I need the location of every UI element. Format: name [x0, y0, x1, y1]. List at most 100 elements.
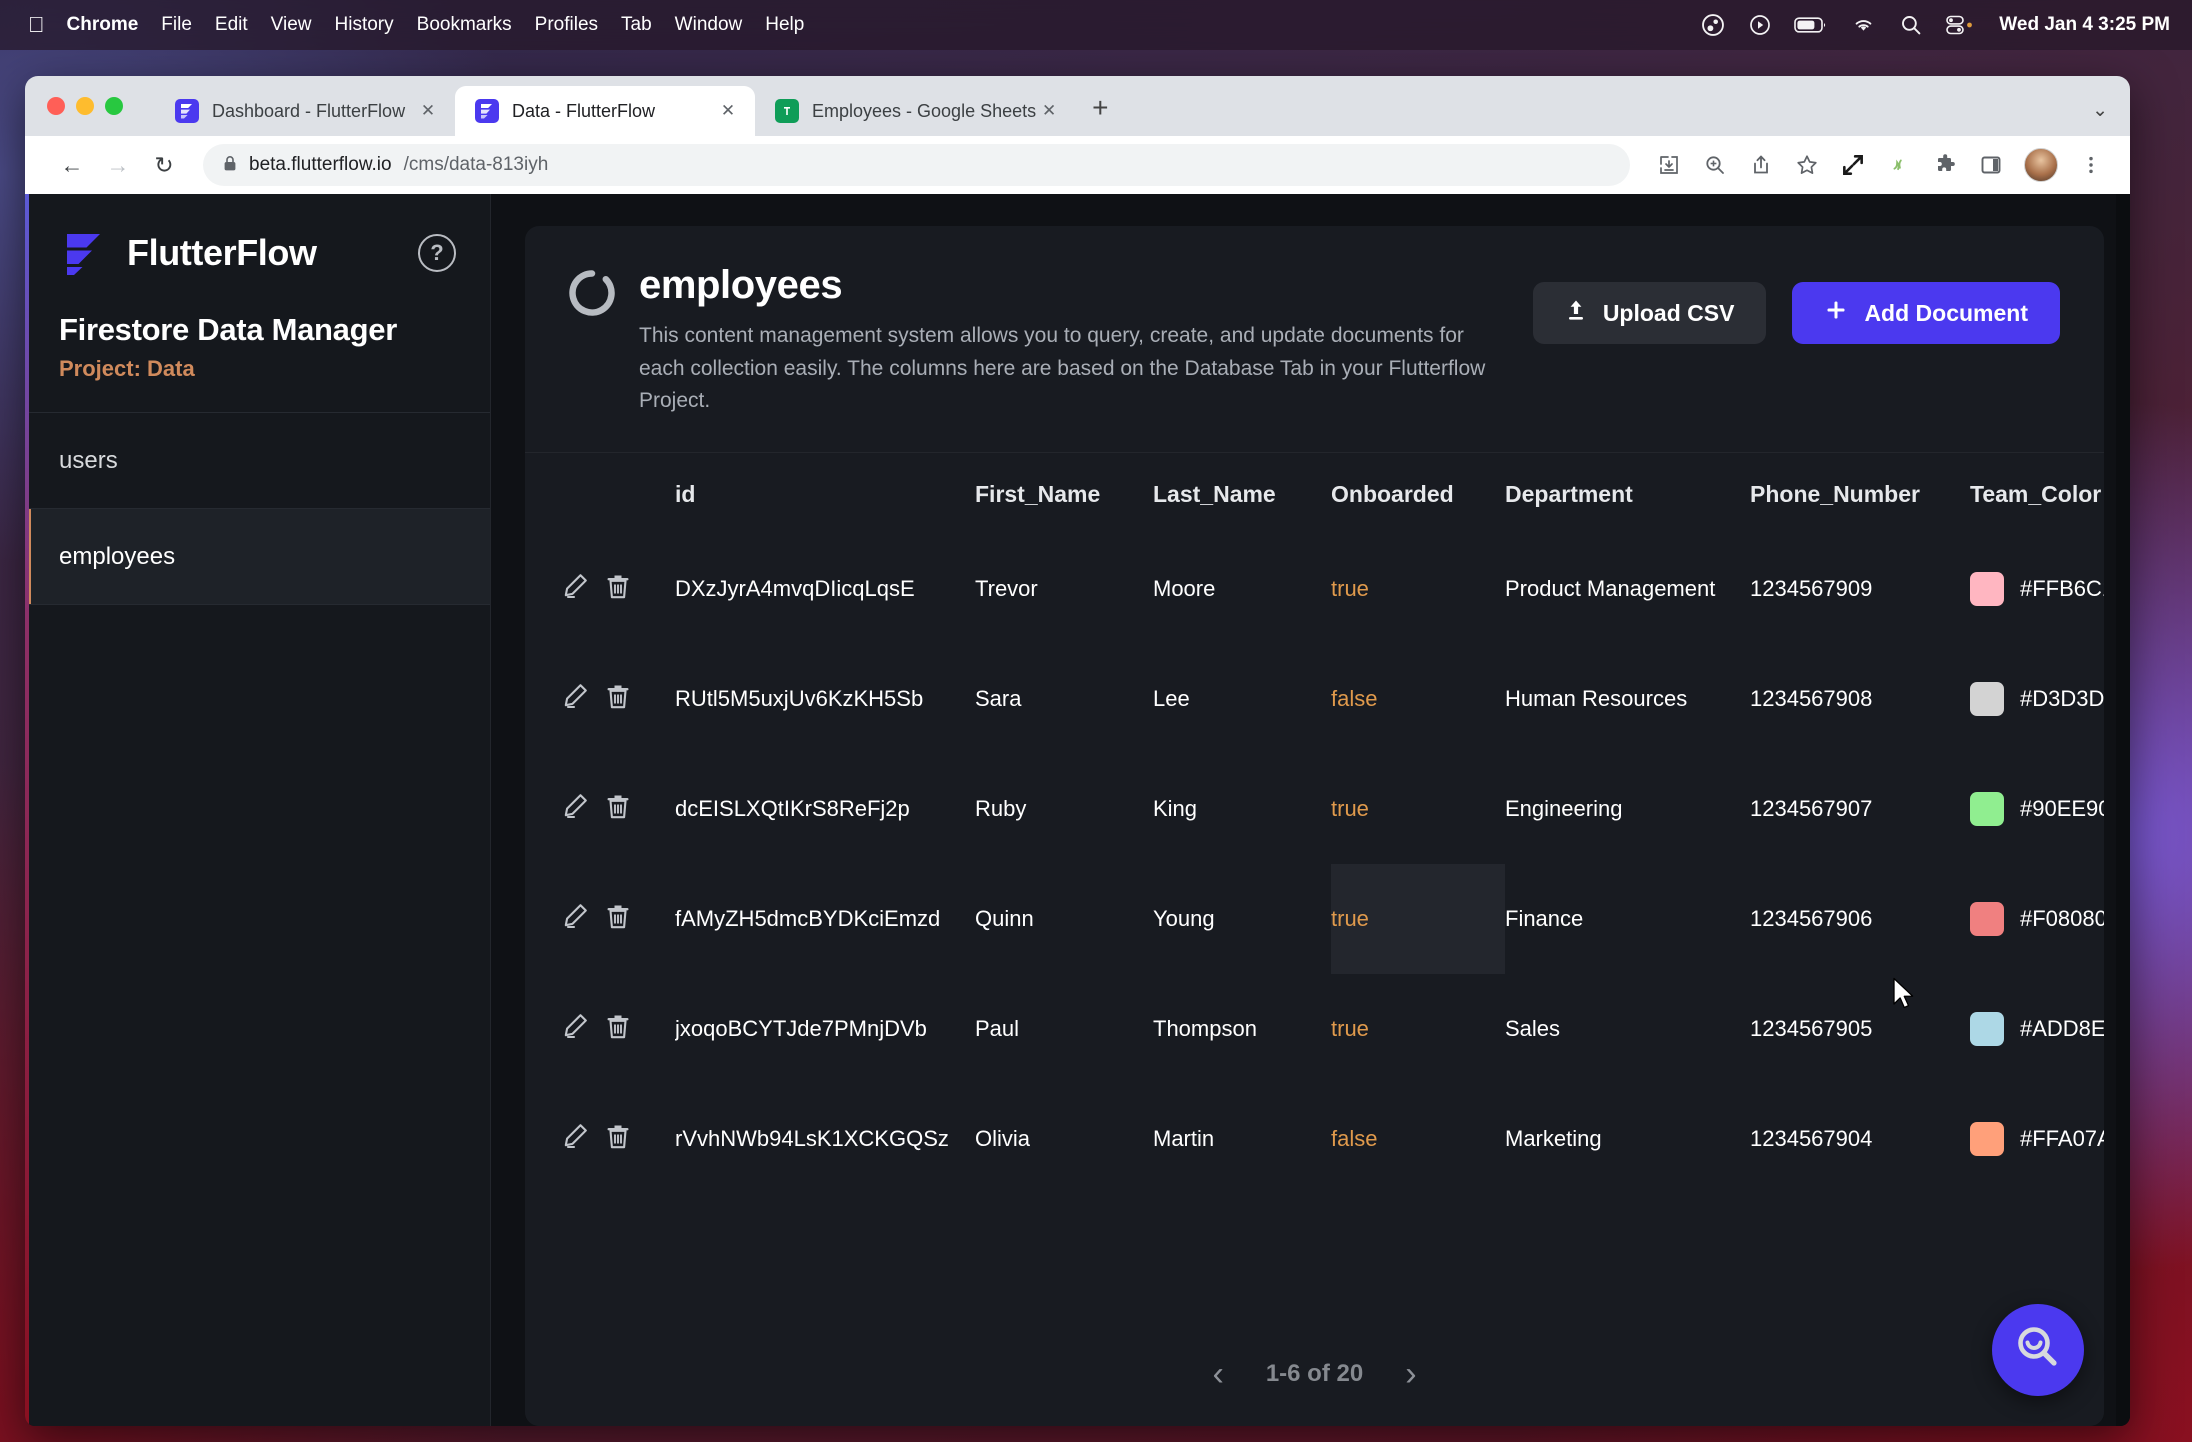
column-header-phone[interactable]: Phone_Number: [1750, 453, 1970, 534]
edit-row-button[interactable]: [525, 864, 603, 974]
cell-last-name[interactable]: Young: [1153, 864, 1331, 974]
help-icon[interactable]: ?: [418, 234, 456, 272]
cell-department[interactable]: Finance: [1505, 864, 1750, 974]
cell-onboarded[interactable]: true: [1331, 974, 1505, 1084]
cell-id[interactable]: dcEISLXQtIKrS8ReFj2p: [675, 754, 975, 864]
previous-page-button[interactable]: ‹: [1212, 1357, 1223, 1391]
trash-delete-icon[interactable]: [603, 900, 633, 932]
column-header-id[interactable]: id: [675, 453, 975, 534]
extension-green-icon[interactable]: [1878, 144, 1920, 186]
cell-team-color[interactable]: #90EE90: [1970, 754, 2104, 864]
menu-item-edit[interactable]: Edit: [215, 14, 248, 36]
cell-onboarded[interactable]: true: [1331, 534, 1505, 644]
cell-department[interactable]: Product Management: [1505, 534, 1750, 644]
cell-last-name[interactable]: Martin: [1153, 1084, 1331, 1194]
delete-row-button[interactable]: [603, 974, 675, 1084]
column-header-onboarded[interactable]: Onboarded: [1331, 453, 1505, 534]
cell-team-color[interactable]: #D3D3D3: [1970, 644, 2104, 754]
menu-item-window[interactable]: Window: [675, 14, 743, 36]
cell-team-color[interactable]: #FFA07A: [1970, 1084, 2104, 1194]
menubar-clock[interactable]: Wed Jan 4 3:25 PM: [1999, 14, 2170, 36]
reload-button[interactable]: ↻: [143, 144, 185, 186]
pencil-edit-icon[interactable]: [559, 1120, 591, 1152]
sidebar-item-users[interactable]: users: [25, 413, 490, 509]
cell-first-name[interactable]: Trevor: [975, 534, 1153, 644]
menu-item-bookmarks[interactable]: Bookmarks: [417, 14, 512, 36]
cell-phone-number[interactable]: 1234567905: [1750, 974, 1970, 1084]
cell-id[interactable]: fAMyZH5dmcBYDKciEmzd: [675, 864, 975, 974]
cell-phone-number[interactable]: 1234567908: [1750, 644, 1970, 754]
trash-delete-icon[interactable]: [603, 1120, 633, 1152]
edit-row-button[interactable]: [525, 534, 603, 644]
tab-dashboard-flutterflow[interactable]: Dashboard - FlutterFlow ✕: [155, 86, 455, 136]
forward-button[interactable]: →: [97, 144, 139, 186]
menu-item-view[interactable]: View: [271, 14, 312, 36]
pencil-edit-icon[interactable]: [559, 900, 591, 932]
cell-department[interactable]: Human Resources: [1505, 644, 1750, 754]
cell-department[interactable]: Marketing: [1505, 1084, 1750, 1194]
cell-first-name[interactable]: Sara: [975, 644, 1153, 754]
cell-onboarded[interactable]: false: [1331, 1084, 1505, 1194]
cell-first-name[interactable]: Paul: [975, 974, 1153, 1084]
cell-phone-number[interactable]: 1234567907: [1750, 754, 1970, 864]
screen-record-icon[interactable]: [1748, 13, 1772, 37]
three-dot-menu-icon[interactable]: [2070, 144, 2112, 186]
delete-row-button[interactable]: [603, 864, 675, 974]
cell-last-name[interactable]: Lee: [1153, 644, 1331, 754]
cell-last-name[interactable]: Thompson: [1153, 974, 1331, 1084]
table-row[interactable]: DXzJyrA4mvqDIicqLqsE Trevor Moore true Produ…: [525, 534, 2104, 644]
cell-id[interactable]: jxoqoBCYTJde7PMnjDVb: [675, 974, 975, 1084]
menu-item-file[interactable]: File: [161, 14, 192, 36]
search-fab-button[interactable]: [1992, 1304, 2084, 1396]
expand-arrows-icon[interactable]: [1832, 144, 1874, 186]
column-header-team-color[interactable]: Team_Color: [1970, 453, 2104, 534]
new-tab-button[interactable]: +: [1092, 92, 1108, 124]
pencil-edit-icon[interactable]: [559, 570, 591, 602]
apple-icon[interactable]: : [28, 14, 45, 36]
page-scrollbar[interactable]: [2116, 194, 2130, 1426]
cell-onboarded[interactable]: false: [1331, 644, 1505, 754]
pencil-edit-icon[interactable]: [559, 680, 591, 712]
edit-row-button[interactable]: [525, 754, 603, 864]
url-input[interactable]: beta.flutterflow.io/cms/data-813iyh: [203, 144, 1630, 186]
cell-department[interactable]: Sales: [1505, 974, 1750, 1084]
trash-delete-icon[interactable]: [603, 680, 633, 712]
chevron-down-icon[interactable]: ⌄: [2092, 99, 2108, 122]
install-icon[interactable]: [1648, 144, 1690, 186]
spotlight-search-icon[interactable]: [1899, 13, 1923, 37]
column-header-department[interactable]: Department: [1505, 453, 1750, 534]
edit-row-button[interactable]: [525, 974, 603, 1084]
battery-icon[interactable]: [1794, 15, 1828, 35]
zoom-icon[interactable]: [1694, 144, 1736, 186]
cell-first-name[interactable]: Olivia: [975, 1084, 1153, 1194]
cell-phone-number[interactable]: 1234567906: [1750, 864, 1970, 974]
close-window-button[interactable]: [47, 97, 65, 115]
cell-team-color[interactable]: #FFB6C1: [1970, 534, 2104, 644]
siri-icon[interactable]: [1700, 12, 1726, 38]
delete-row-button[interactable]: [603, 1084, 675, 1194]
maximize-window-button[interactable]: [105, 97, 123, 115]
trash-delete-icon[interactable]: [603, 1010, 633, 1042]
tab-close-icon[interactable]: ✕: [715, 101, 741, 121]
delete-row-button[interactable]: [603, 534, 675, 644]
cell-team-color[interactable]: #F08080: [1970, 864, 2104, 974]
delete-row-button[interactable]: [603, 644, 675, 754]
add-document-button[interactable]: Add Document: [1792, 282, 2060, 344]
menu-item-tab[interactable]: Tab: [621, 14, 652, 36]
table-row[interactable]: RUtl5M5uxjUv6KzKH5Sb Sara Lee false Human Re…: [525, 644, 2104, 754]
cell-last-name[interactable]: Moore: [1153, 534, 1331, 644]
cell-phone-number[interactable]: 1234567909: [1750, 534, 1970, 644]
cell-department[interactable]: Engineering: [1505, 754, 1750, 864]
cell-team-color[interactable]: #ADD8E6: [1970, 974, 2104, 1084]
table-row[interactable]: fAMyZH5dmcBYDKciEmzd Quinn Young true Financ…: [525, 863, 2104, 974]
table-row[interactable]: rVvhNWb94LsK1XCKGQSz Olivia Martin false Mar…: [525, 1084, 2104, 1194]
tab-close-icon[interactable]: ✕: [415, 101, 441, 121]
control-center-icon[interactable]: [1945, 14, 1975, 36]
cell-id[interactable]: DXzJyrA4mvqDIicqLqsE: [675, 534, 975, 644]
tab-close-icon[interactable]: ✕: [1036, 101, 1062, 121]
pencil-edit-icon[interactable]: [559, 1010, 591, 1042]
documents-table-wrapper[interactable]: id First_Name Last_Name Onboarded Depart…: [525, 453, 2104, 1322]
menu-item-profiles[interactable]: Profiles: [535, 14, 598, 36]
cell-id[interactable]: RUtl5M5uxjUv6KzKH5Sb: [675, 644, 975, 754]
cell-id[interactable]: rVvhNWb94LsK1XCKGQSz: [675, 1084, 975, 1194]
